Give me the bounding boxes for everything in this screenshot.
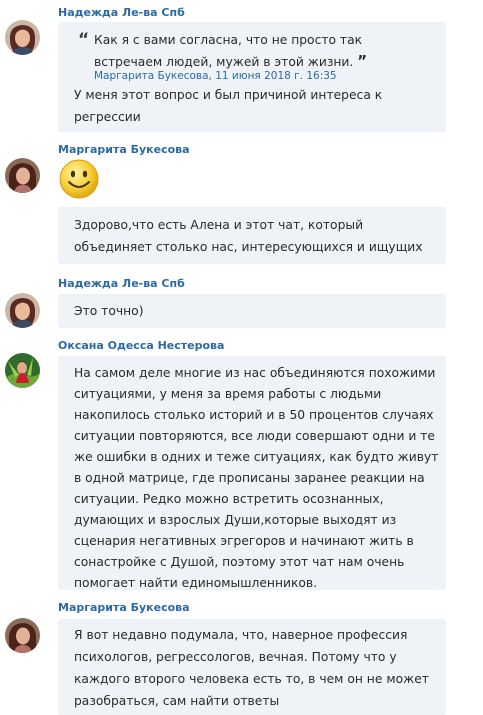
message-bubble: На самом деле многие из нас объединяются… <box>58 356 446 590</box>
avatar-nadezhda[interactable] <box>5 20 40 55</box>
message-text: Это точно) <box>74 304 144 318</box>
message-author[interactable]: Оксана Одесса Нестерова <box>58 339 224 352</box>
message-author[interactable]: Маргарита Букесова <box>58 601 190 614</box>
message-bubble: Я вот недавно подумала, что, наверное пр… <box>58 619 446 715</box>
avatar-oksana[interactable] <box>5 353 40 388</box>
avatar-margarita[interactable] <box>5 158 40 193</box>
smiley-emoji <box>58 158 100 200</box>
message-bubble: Здорово,что есть Алена и этот чат, котор… <box>58 207 446 264</box>
quote-close-mark: ” <box>357 52 368 70</box>
quote-meta[interactable]: Маргарита Букесова, 11 июня 2018 г. 16:3… <box>94 70 337 82</box>
message-author[interactable]: Надежда Ле-ва Спб <box>58 6 185 19</box>
quote-open-mark: “ <box>78 30 90 50</box>
message-bubble: Это точно) <box>58 294 446 328</box>
message-text: Я вот недавно подумала, что, наверное пр… <box>74 628 429 708</box>
avatar-margarita[interactable] <box>5 618 40 653</box>
quote-body: Как я с вами согласна, что не просто так… <box>94 33 363 69</box>
message-text: Здорово,что есть Алена и этот чат, котор… <box>74 218 423 254</box>
message-author[interactable]: Надежда Ле-ва Спб <box>58 277 185 290</box>
message-text: У меня этот вопрос и был причиной интере… <box>74 88 383 124</box>
message-bubble: “ Как я с вами согласна, что не просто т… <box>58 22 446 132</box>
message-text: На самом деле многие из нас объединяются… <box>74 366 439 590</box>
message-author[interactable]: Маргарита Букесова <box>58 143 190 156</box>
quote-text: Как я с вами согласна, что не просто так… <box>94 30 394 73</box>
avatar-nadezhda[interactable] <box>5 293 40 328</box>
